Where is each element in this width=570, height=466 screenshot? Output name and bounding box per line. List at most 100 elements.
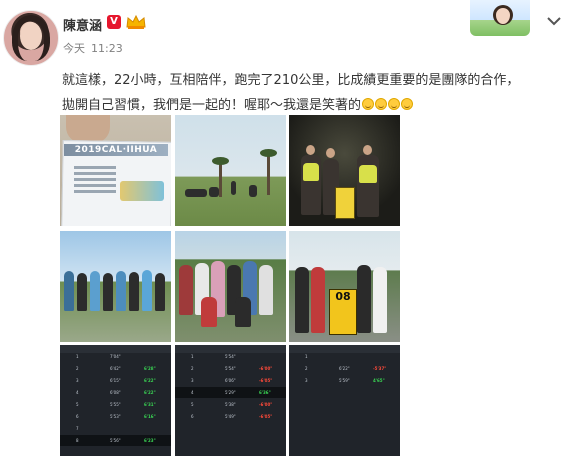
split-row: 3 6'06" -6'05" (175, 375, 286, 386)
split-km: 3 (191, 378, 194, 383)
avatar-face (20, 22, 42, 50)
photo-person (373, 267, 387, 333)
post-timestamp[interactable]: 今天 11:23 (63, 40, 129, 56)
photo-thumbnail-splits-2[interactable]: 1 5'54" 2 5'54" -6'00" 3 6'06" -6'05" 4 5'29" 6'36… (175, 345, 286, 456)
split-row: 8 5'56" 6'23" (60, 435, 171, 446)
split-pace: 5'53" (110, 414, 121, 419)
split-row: 1 5'54" (175, 351, 286, 362)
photo-head (326, 148, 335, 158)
split-km: 2 (76, 366, 79, 371)
split-km: 2 (191, 366, 194, 371)
split-km: 2 (305, 366, 308, 371)
photo-thumbnail-night-group[interactable] (289, 115, 400, 226)
smile-emoji-icon (375, 98, 388, 110)
split-delta: 4'65" (373, 378, 385, 383)
photo-person (155, 273, 165, 311)
race-bib-text-rows (74, 163, 116, 196)
photo-thumbnail-big-group[interactable] (175, 231, 286, 342)
race-bib-van-graphic (120, 181, 164, 201)
split-delta: -6'05" (259, 414, 273, 419)
split-km: 5 (76, 402, 79, 407)
user-avatar-cartoon (470, 0, 530, 36)
split-delta: 6'22" (144, 378, 156, 383)
avatar[interactable] (3, 10, 59, 66)
split-row: 4 5'29" 6'36" (175, 387, 286, 398)
photo-person (64, 271, 74, 311)
photo-person (295, 267, 309, 333)
split-pace: 5'29" (225, 390, 236, 395)
split-pace: 5'54" (225, 354, 236, 359)
split-delta: 6'22" (144, 390, 156, 395)
photo-person (179, 265, 193, 315)
split-pace: 6'08" (110, 390, 121, 395)
split-pace: 7'04" (110, 354, 121, 359)
palm-tree (212, 157, 229, 197)
post-text-line-1: 就這樣，22小時，互相陪伴，跑完了210公里，比成績更重要的是團隊的合作， (62, 73, 520, 88)
split-row: 5 5'38" -6'00" (175, 399, 286, 410)
split-km: 6 (76, 414, 79, 419)
weibo-post-card: 陳意涵 V 今天 11:23 就這樣，22小時，互相陪伴，跑完了210公里，比成績… (0, 0, 570, 466)
photo-vest (359, 165, 377, 183)
verified-badge-icon[interactable]: V (107, 15, 121, 29)
split-km: 8 (76, 438, 79, 443)
photo-thumbnail-splits-1[interactable]: 1 7'04" 2 6'42" 6'28" 3 6'15" 6'22" 4 6'08" 6'22" 5… (60, 345, 171, 456)
split-pace: 5'49" (225, 414, 236, 419)
photo-person (129, 272, 139, 311)
split-delta: -6'00" (259, 402, 273, 407)
split-row: 5 5'55" 6'31" (60, 399, 171, 410)
photo-thumbnail-road-group[interactable] (60, 231, 171, 342)
split-km: 1 (305, 354, 308, 359)
photo-thumbnail-race-bib[interactable]: 2019CAL·IIHUA (60, 115, 171, 226)
split-km: 1 (191, 354, 194, 359)
photo-person (77, 273, 87, 311)
split-pace: 5'55" (110, 402, 121, 407)
split-pace: 5'54" (225, 366, 236, 371)
photo-thumbnail-lawn-stretching[interactable] (175, 115, 286, 226)
photo-person (90, 271, 100, 311)
split-km: 6 (191, 414, 194, 419)
split-row: 4 6'08" 6'22" (60, 387, 171, 398)
author-name[interactable]: 陳意涵 (63, 15, 102, 34)
photo-person (103, 273, 113, 311)
photo-person (185, 189, 207, 197)
photo-head (306, 145, 315, 155)
photo-person (357, 265, 371, 333)
split-pace: 6'42" (110, 366, 121, 371)
split-delta: -6'00" (259, 366, 273, 371)
post-text: 就這樣，22小時，互相陪伴，跑完了210公里，比成績更重要的是團隊的合作， 拋開… (62, 68, 562, 118)
split-pace: 5'56" (110, 438, 121, 443)
split-delta: 6'28" (144, 366, 156, 371)
palm-tree (260, 149, 277, 195)
photo-head (363, 145, 372, 155)
cartoon-head (493, 5, 513, 25)
split-delta: -6'05" (259, 378, 273, 383)
photo-thumbnail-sign-group[interactable]: 08 (289, 231, 400, 342)
photo-person (249, 185, 257, 197)
split-pace: 6'22" (339, 366, 350, 371)
photo-sign: 08 (329, 289, 357, 335)
photo-person (259, 265, 273, 315)
crown-icon[interactable] (125, 14, 147, 30)
split-row: 3 5'59" 4'65" (289, 375, 400, 386)
chevron-down-icon[interactable] (546, 14, 562, 28)
split-pace: 5'38" (225, 402, 236, 407)
split-row: 6 5'53" 6'16" (60, 411, 171, 422)
split-km: 3 (76, 378, 79, 383)
photo-person (231, 181, 236, 195)
time-label: 11:23 (91, 42, 123, 55)
split-delta: 6'36" (259, 390, 271, 395)
photo-person (116, 271, 126, 311)
photo-person (201, 297, 217, 327)
split-delta: 6'31" (144, 402, 156, 407)
photo-face (66, 115, 110, 143)
date-label: 今天 (63, 42, 85, 55)
split-row: 2 6'22" -5'37" (289, 363, 400, 374)
photo-thumbnail-splits-3[interactable]: 1 2 6'22" -5'37" 3 5'59" 4'65" (289, 345, 400, 456)
photo-person (311, 267, 325, 333)
split-row: 1 7'04" (60, 351, 171, 362)
smile-emoji-icon (362, 98, 375, 110)
split-km: 7 (76, 426, 79, 431)
split-delta: -5'37" (373, 366, 387, 371)
split-pace: 6'15" (110, 378, 121, 383)
split-row: 6 5'49" -6'05" (175, 411, 286, 422)
